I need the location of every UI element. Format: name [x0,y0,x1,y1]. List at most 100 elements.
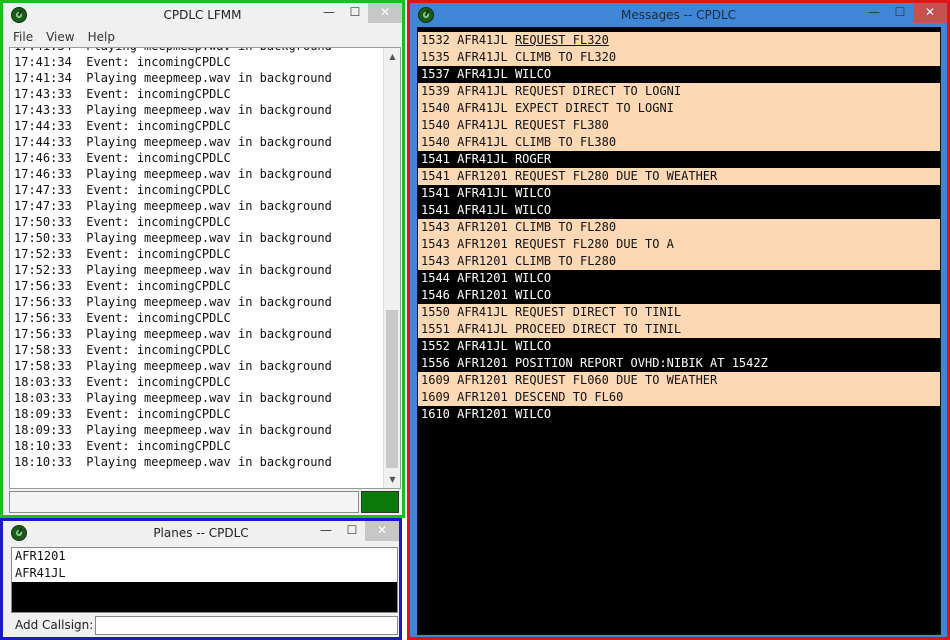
log-line: 17:56:33 Event: incomingCPDLC [14,279,231,293]
message-text: EXPECT DIRECT TO LOGNI [514,101,674,115]
log-line: 17:41:34 Playing meepmeep.wav in backgro… [14,48,382,54]
app-icon [11,7,27,23]
messages-window-titlebar[interactable]: Messages -- CPDLC — ☐ ✕ [410,3,947,27]
message-time: 1543 [421,237,450,251]
scroll-thumb[interactable] [386,310,398,468]
message-row[interactable]: 1551 AFR41JL PROCEED DIRECT TO TINIL [418,321,940,338]
message-callsign: AFR41JL [457,50,508,64]
message-row[interactable]: 1540 AFR41JL REQUEST FL380 [418,117,940,134]
message-row[interactable]: 1552 AFR41JL WILCO [418,338,940,355]
minimize-button[interactable]: — [316,3,342,23]
status-field [9,491,359,513]
message-time: 1609 [421,390,450,404]
log-line: 17:43:33 Event: incomingCPDLC [14,87,231,101]
add-callsign-label: Add Callsign: [15,618,94,632]
maximize-button[interactable]: ☐ [342,3,368,23]
message-row[interactable]: 1609 AFR1201 DESCEND TO FL60 [418,389,940,406]
message-text: WILCO [514,339,552,353]
message-row[interactable]: 1543 AFR1201 CLIMB TO FL280 [418,219,940,236]
message-row[interactable]: 1541 AFR41JL ROGER [418,151,940,168]
message-callsign: AFR1201 [457,237,508,251]
log-line: 18:10:33 Event: incomingCPDLC [14,439,231,453]
message-time: 1540 [421,118,450,132]
scroll-down-icon[interactable]: ▼ [384,471,400,488]
message-row[interactable]: 1609 AFR1201 REQUEST FL060 DUE TO WEATHE… [418,372,940,389]
message-text: WILCO [514,186,552,200]
log-line: 17:50:33 Playing meepmeep.wav in backgro… [14,231,332,245]
planes-list[interactable]: AFR1201 AFR41JL [11,547,398,613]
log-output[interactable]: 17:41:34 Playing meepmeep.wav in backgro… [9,47,401,489]
message-row[interactable]: 1540 AFR41JL CLIMB TO FL380 [418,134,940,151]
message-callsign: AFR1201 [457,271,508,285]
log-line: 17:41:34 Playing meepmeep.wav in backgro… [14,71,332,85]
message-row[interactable]: 1544 AFR1201 WILCO [418,270,940,287]
message-row[interactable]: 1610 AFR1201 WILCO [418,406,940,423]
messages-list[interactable]: 1532 AFR41JL REQUEST FL320 1535 AFR41JL C… [417,27,941,635]
message-time: 1543 [421,254,450,268]
message-time: 1610 [421,407,450,421]
log-scrollbar[interactable]: ▲ ▼ [383,48,400,488]
message-time: 1551 [421,322,450,336]
message-row[interactable]: 1540 AFR41JL EXPECT DIRECT TO LOGNI [418,100,940,117]
message-row[interactable]: 1543 AFR1201 CLIMB TO FL280 [418,253,940,270]
message-callsign: AFR1201 [457,407,508,421]
log-line: 17:52:33 Event: incomingCPDLC [14,247,231,261]
add-callsign-input[interactable] [95,615,398,635]
message-row[interactable]: 1556 AFR1201 POSITION REPORT OVHD:NIBIK … [418,355,940,372]
menu-help[interactable]: Help [88,30,115,44]
message-time: 1543 [421,220,450,234]
log-line: 18:03:33 Playing meepmeep.wav in backgro… [14,391,332,405]
minimize-button[interactable]: — [861,3,887,23]
log-line: 17:50:33 Event: incomingCPDLC [14,215,231,229]
log-line: 17:56:33 Playing meepmeep.wav in backgro… [14,295,332,309]
minimize-button[interactable]: — [313,521,339,541]
log-line: 17:56:33 Event: incomingCPDLC [14,311,231,325]
log-line: 17:44:33 Playing meepmeep.wav in backgro… [14,135,332,149]
plane-item[interactable]: AFR1201 [12,548,397,565]
scroll-up-icon[interactable]: ▲ [384,48,400,65]
log-line: 17:46:33 Playing meepmeep.wav in backgro… [14,167,332,181]
log-line: 18:09:33 Playing meepmeep.wav in backgro… [14,423,332,437]
message-callsign: AFR1201 [457,288,508,302]
close-button[interactable]: ✕ [368,3,402,23]
message-text: REQUEST DIRECT TO LOGNI [514,84,682,98]
menu-view[interactable]: View [46,30,74,44]
planes-window-titlebar[interactable]: Planes -- CPDLC — ☐ ✕ [3,521,399,545]
message-text: WILCO [514,203,552,217]
message-row[interactable]: 1541 AFR41JL WILCO [418,185,940,202]
message-callsign: AFR1201 [457,390,508,404]
close-button[interactable]: ✕ [365,521,399,541]
message-text: ROGER [514,152,552,166]
log-window-titlebar[interactable]: CPDLC LFMM — ☐ ✕ [3,3,402,27]
message-callsign: AFR1201 [457,254,508,268]
message-callsign: AFR41JL [457,152,508,166]
log-line: 17:41:34 Event: incomingCPDLC [14,55,231,69]
log-lines: 17:41:34 Playing meepmeep.wav in backgro… [14,48,382,470]
message-callsign: AFR41JL [457,33,508,47]
message-text: REQUEST FL280 DUE TO A [514,237,674,251]
maximize-button[interactable]: ☐ [887,3,913,23]
message-row[interactable]: 1543 AFR1201 REQUEST FL280 DUE TO A [418,236,940,253]
message-row[interactable]: 1541 AFR1201 REQUEST FL280 DUE TO WEATHE… [418,168,940,185]
message-text: REQUEST FL280 DUE TO WEATHER [514,169,718,183]
log-line: 17:56:33 Playing meepmeep.wav in backgro… [14,327,332,341]
message-row[interactable]: 1532 AFR41JL REQUEST FL320 [418,32,940,49]
message-time: 1541 [421,203,450,217]
close-button[interactable]: ✕ [913,3,947,23]
message-text: WILCO [514,288,552,302]
message-time: 1539 [421,84,450,98]
maximize-button[interactable]: ☐ [339,521,365,541]
message-row[interactable]: 1541 AFR41JL WILCO [418,202,940,219]
message-row[interactable]: 1546 AFR1201 WILCO [418,287,940,304]
message-time: 1532 [421,33,450,47]
message-callsign: AFR1201 [457,220,508,234]
message-row[interactable]: 1535 AFR41JL CLIMB TO FL320 [418,49,940,66]
plane-item[interactable]: AFR41JL [12,565,397,582]
log-line: 17:46:33 Event: incomingCPDLC [14,151,231,165]
log-line: 18:10:33 Playing meepmeep.wav in backgro… [14,455,332,469]
message-row[interactable]: 1550 AFR41JL REQUEST DIRECT TO TINIL [418,304,940,321]
menu-file[interactable]: File [13,30,33,44]
message-row[interactable]: 1537 AFR41JL WILCO [418,66,940,83]
message-text: WILCO [514,407,552,421]
message-row[interactable]: 1539 AFR41JL REQUEST DIRECT TO LOGNI [418,83,940,100]
